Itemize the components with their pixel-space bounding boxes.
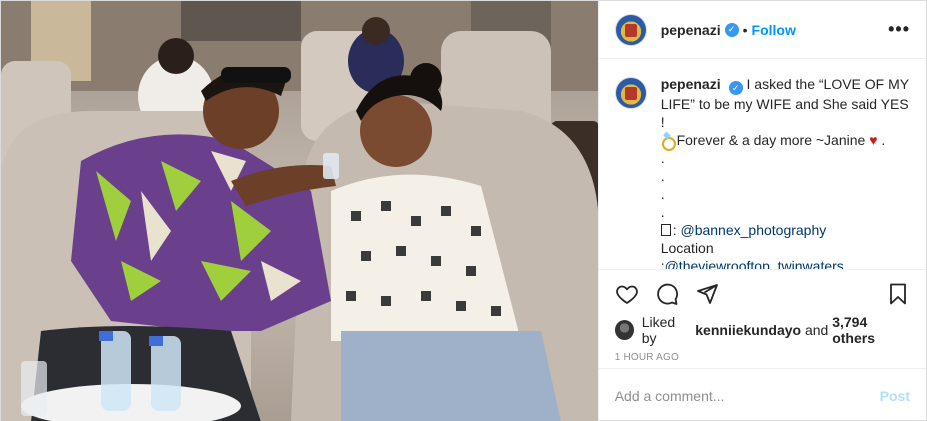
caption-body: pepenazi ✓ I asked the “LOVE OF MY LIFE” … (660, 75, 910, 269)
caption-dot: . (660, 150, 665, 166)
caption-dot: . (660, 186, 665, 202)
comment-bubble-icon (656, 283, 678, 305)
likes-prefix: Liked by (641, 314, 676, 346)
comment-input[interactable] (614, 387, 880, 404)
liker-avatar[interactable] (614, 320, 634, 340)
caption-verified-badge-icon: ✓ (728, 81, 743, 95)
post-timestamp[interactable]: 1 HOUR AGO (599, 352, 926, 368)
caption-line2-end: . (881, 132, 886, 148)
verified-badge-icon: ✓ (724, 22, 739, 37)
heart-outline-icon (615, 285, 638, 304)
caption-author-avatar[interactable] (614, 77, 647, 109)
save-button[interactable] (886, 282, 910, 306)
post-side-panel: pepenazi ✓ • Follow ••• pepenazi ✓ I aske… (597, 1, 926, 421)
post-actions (599, 270, 926, 318)
photo-illustration (1, 1, 598, 421)
likes-summary: Liked by kenniiekundayo and 3,794 others (599, 314, 926, 346)
liker-username[interactable]: kenniiekundayo (695, 322, 801, 338)
location-label: Location (660, 240, 714, 256)
post-caption: pepenazi ✓ I asked the “LOVE OF MY LIFE” … (598, 59, 926, 270)
caption-dot: . (660, 204, 665, 220)
photo-credit-link[interactable]: @bannex_photography (680, 222, 826, 238)
likes-others-link[interactable]: 3,794 others (832, 314, 910, 346)
follow-button[interactable]: Follow (752, 22, 796, 38)
more-options-icon[interactable]: ••• (888, 19, 910, 40)
author-username[interactable]: pepenazi (661, 22, 721, 38)
like-button[interactable] (615, 282, 639, 306)
likes-and: and (804, 322, 829, 338)
share-button[interactable] (695, 282, 719, 306)
paper-plane-icon (696, 284, 718, 304)
location-link[interactable]: @theviewrooftop_twinwaters (665, 258, 844, 269)
caption-dot: . (660, 168, 665, 184)
post-comment-button[interactable]: Post (880, 388, 910, 404)
bookmark-icon (890, 283, 906, 305)
caption-text-line2: Forever & a day more ~Janine (676, 132, 866, 148)
post-photo[interactable] (1, 1, 598, 421)
instagram-post: pepenazi ✓ • Follow ••• pepenazi ✓ I aske… (0, 0, 927, 421)
caption-username[interactable]: pepenazi (661, 76, 721, 92)
comment-button[interactable] (655, 282, 679, 306)
camera-emoji-icon (660, 224, 671, 236)
ring-emoji-icon (661, 133, 676, 151)
post-header: pepenazi ✓ • Follow ••• (598, 1, 926, 59)
heart-emoji-icon: ♥ (869, 132, 878, 148)
author-avatar[interactable] (614, 13, 647, 46)
comment-bar: Post (598, 368, 926, 421)
header-separator: • (742, 21, 748, 38)
